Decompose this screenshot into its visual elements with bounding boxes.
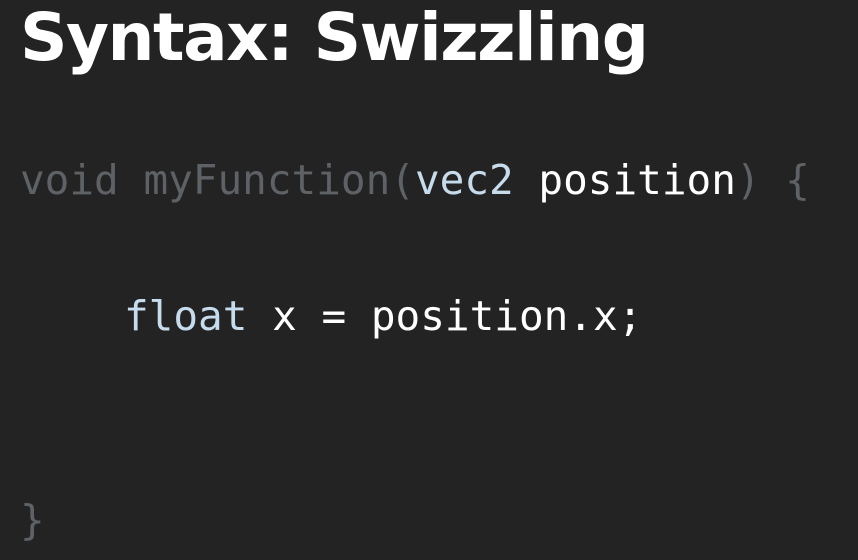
code-swizzle-expression: position.x; — [370, 292, 643, 340]
code-close-paren: ) — [735, 156, 761, 204]
code-variable-x: x — [272, 292, 297, 340]
slide-title: Syntax: Swizzling — [20, 0, 649, 76]
code-keyword-void: void — [20, 156, 119, 204]
code-assign-operator: = — [296, 292, 371, 340]
code-param-name: position — [538, 156, 736, 204]
code-line-function-signature: void myFunction(vec2 position) { — [20, 152, 810, 208]
code-close-brace: } — [20, 496, 45, 544]
code-line-close-brace: } — [20, 492, 45, 548]
code-open-paren: ( — [390, 156, 415, 204]
code-open-brace: { — [785, 156, 810, 204]
code-type-float: float — [124, 292, 248, 340]
code-function-name: myFunction — [143, 156, 391, 204]
code-param-type: vec2 — [414, 156, 514, 204]
code-line-swizzle-statement: float x = position.x; — [124, 288, 642, 344]
slide: Syntax: Swizzling void myFunction(vec2 p… — [0, 0, 858, 560]
